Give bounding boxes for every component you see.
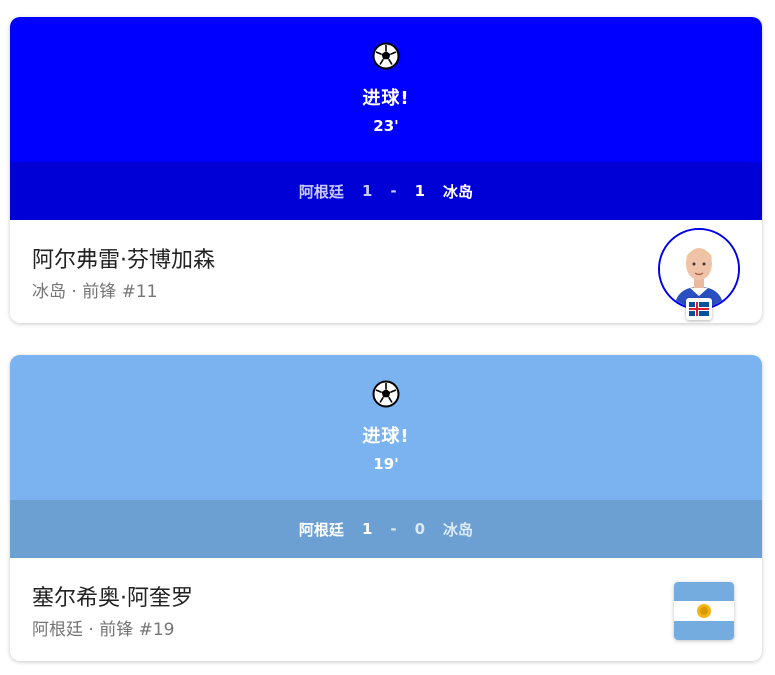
argentina-flag-icon — [674, 582, 734, 640]
score-separator: - — [390, 182, 397, 200]
score-separator: - — [390, 520, 397, 538]
player-photo — [660, 230, 738, 308]
player-info: 阿根廷 · 前锋 #19 — [32, 620, 175, 640]
home-team: 阿根廷 — [298, 182, 344, 201]
away-score: 0 — [414, 520, 426, 538]
player-info: 冰岛 · 前锋 #11 — [32, 282, 158, 302]
soccer-ball-icon — [372, 42, 400, 70]
goal-title: 进球! — [362, 426, 410, 447]
goal-title: 进球! — [362, 88, 410, 109]
player-row[interactable]: 塞尔希奥·阿奎罗 阿根廷 · 前锋 #19 — [10, 558, 762, 661]
goal-banner: 进球! 19' — [10, 355, 762, 500]
away-score: 1 — [414, 182, 426, 200]
player-avatar — [658, 228, 740, 320]
score-bar: 阿根廷 1 - 0 冰岛 — [10, 500, 762, 558]
player-row[interactable]: 阿尔弗雷·芬博加森 冰岛 · 前锋 #11 — [10, 220, 762, 323]
score-bar: 阿根廷 1 - 1 冰岛 — [10, 162, 762, 220]
away-team: 冰岛 — [443, 182, 474, 201]
goal-minute: 23' — [373, 117, 399, 135]
away-team: 冰岛 — [443, 520, 474, 539]
player-name: 塞尔希奥·阿奎罗 — [32, 586, 193, 611]
goal-event-card[interactable]: 进球! 19' 阿根廷 1 - 0 冰岛 塞尔希奥·阿奎罗 阿根廷 · 前锋 #… — [10, 355, 762, 661]
goal-minute: 19' — [373, 455, 399, 473]
iceland-flag-icon — [686, 298, 712, 320]
player-name: 阿尔弗雷·芬博加森 — [32, 248, 215, 273]
goal-banner: 进球! 23' — [10, 17, 762, 162]
home-score: 1 — [361, 182, 373, 200]
home-team: 阿根廷 — [298, 520, 344, 539]
goal-event-card[interactable]: 进球! 23' 阿根廷 1 - 1 冰岛 阿尔弗雷·芬博加森 冰岛 · 前锋 #… — [10, 17, 762, 323]
home-score: 1 — [361, 520, 373, 538]
soccer-ball-icon — [372, 380, 400, 408]
